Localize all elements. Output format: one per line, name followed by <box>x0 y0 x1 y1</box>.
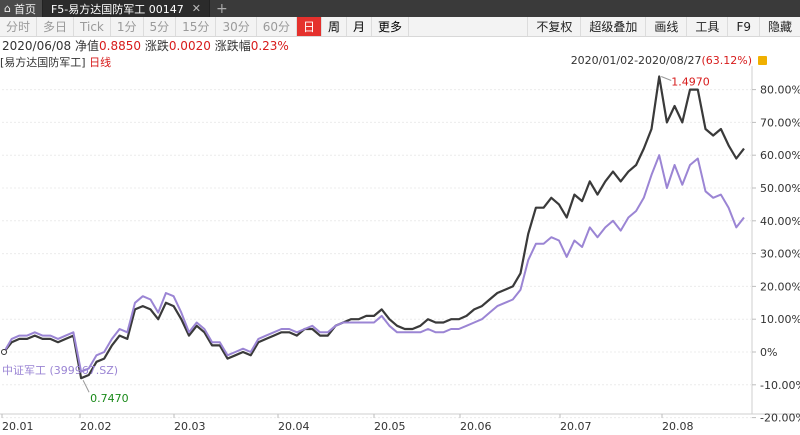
y-tick-label: 60.00% <box>760 149 800 162</box>
y-tick-label: -20.00% <box>760 412 800 425</box>
x-tick-label: 20.01 <box>2 420 34 433</box>
y-tick-label: 80.00% <box>760 84 800 97</box>
x-tick-label: 20.06 <box>460 420 492 433</box>
min-label: 0.7470 <box>90 392 129 405</box>
fund-nav-line <box>3 75 745 380</box>
x-tick-label: 20.02 <box>80 420 112 433</box>
x-tick-label: 20.03 <box>174 420 206 433</box>
y-tick-label: 30.00% <box>760 248 800 261</box>
y-tick-label: 40.00% <box>760 215 800 228</box>
y-tick-label: 10.00% <box>760 313 800 326</box>
max-leader <box>661 76 672 81</box>
price-chart[interactable]: 80.00% 70.00% 60.00% 50.00% 40.00% 30.00% 20.0… <box>0 0 800 435</box>
start-marker <box>1 349 7 355</box>
y-tick-label: 70.00% <box>760 116 800 129</box>
max-label: 1.4970 <box>671 75 710 88</box>
y-tick-label: -10.00% <box>760 379 800 392</box>
y-tick-label: 50.00% <box>760 182 800 195</box>
x-tick-label: 20.08 <box>662 420 694 433</box>
index-legend-label: 中证军工 (399967.SZ) <box>2 364 118 377</box>
y-tick-label: 0% <box>760 346 777 359</box>
y-tick-label: 20.00% <box>760 280 800 293</box>
min-leader <box>82 380 90 393</box>
x-tick-label: 20.05 <box>374 420 406 433</box>
x-tick-label: 20.07 <box>560 420 592 433</box>
x-tick-label: 20.04 <box>278 420 310 433</box>
